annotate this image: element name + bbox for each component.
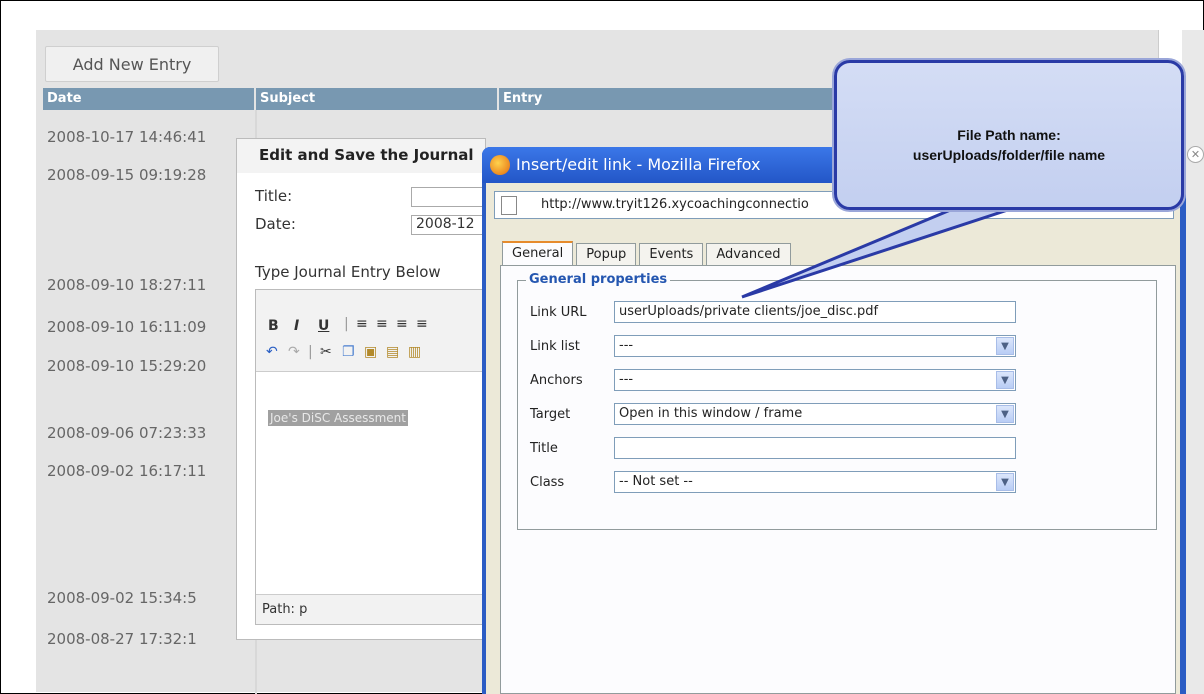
title-label: Title:	[255, 187, 293, 205]
annotation-callout: File Path name: userUploads/folder/file …	[834, 60, 1184, 210]
callout-text: File Path name: userUploads/folder/file …	[837, 125, 1181, 165]
general-properties-legend: General properties	[526, 272, 671, 287]
title-input[interactable]	[411, 187, 487, 207]
table-row-date[interactable]: 2008-09-15 09:19:28	[47, 166, 206, 184]
title-field-input[interactable]	[614, 437, 1016, 459]
tab-advanced[interactable]: Advanced	[706, 243, 791, 265]
table-row-date[interactable]: 2008-09-10 16:11:09	[47, 318, 206, 336]
align-justify-icon[interactable]: ≡	[416, 316, 428, 332]
align-right-icon[interactable]: ≡	[396, 316, 408, 332]
general-properties-group: General properties Link URL userUploads/…	[517, 272, 1157, 530]
page-icon	[501, 196, 517, 215]
callout-line-2: userUploads/folder/file name	[912, 147, 1106, 163]
target-select[interactable]: Open in this window / frame ▼	[614, 403, 1016, 425]
table-row-date[interactable]: 2008-09-02 15:34:5	[47, 589, 197, 607]
insert-edit-link-window: Insert/edit link - Mozilla Firefox http:…	[482, 147, 1186, 694]
anchors-label: Anchors	[530, 373, 583, 388]
align-left-icon[interactable]: ≡	[356, 316, 368, 332]
anchors-select[interactable]: --- ▼	[614, 369, 1016, 391]
class-value: -- Not set --	[619, 474, 693, 489]
table-row-date[interactable]: 2008-09-06 07:23:33	[47, 424, 206, 442]
bold-button[interactable]: B	[268, 318, 279, 334]
link-list-label: Link list	[530, 339, 580, 354]
separator-icon: |	[308, 344, 313, 360]
underline-button[interactable]: U	[318, 318, 329, 334]
selected-link-text[interactable]: Joe's DiSC Assessment	[268, 410, 408, 426]
undo-icon[interactable]: ↶	[266, 344, 278, 360]
date-label: Date:	[255, 215, 296, 233]
copy-icon[interactable]: ❐	[342, 344, 355, 360]
firefox-logo-icon	[490, 155, 510, 175]
tab-general[interactable]: General	[502, 241, 574, 266]
callout-line-1: File Path name:	[957, 127, 1061, 143]
cut-icon[interactable]: ✂	[320, 344, 332, 360]
paste-icon[interactable]: ▣	[364, 344, 377, 360]
separator-icon: |	[344, 316, 349, 332]
close-icon[interactable]: ✕	[1187, 146, 1204, 163]
firefox-content: http://www.tryit126.xycoachingconnectio …	[486, 183, 1180, 694]
target-value: Open in this window / frame	[619, 406, 803, 421]
general-panel: General properties Link URL userUploads/…	[500, 265, 1176, 694]
chevron-down-icon[interactable]: ▼	[996, 405, 1014, 423]
italic-button[interactable]: I	[294, 318, 299, 334]
paste-word-icon[interactable]: ▥	[408, 344, 421, 360]
editor-path-bar: Path: p	[256, 594, 486, 624]
link-list-select[interactable]: --- ▼	[614, 335, 1016, 357]
class-label: Class	[530, 475, 565, 490]
link-url-label: Link URL	[530, 305, 587, 320]
add-new-entry-button[interactable]: Add New Entry	[45, 46, 219, 82]
redo-icon[interactable]: ↷	[288, 344, 300, 360]
table-row-date[interactable]: 2008-09-10 15:29:20	[47, 357, 206, 375]
link-list-value: ---	[619, 338, 634, 353]
table-row-date[interactable]: 2008-09-10 18:27:11	[47, 276, 206, 294]
tab-events[interactable]: Events	[639, 243, 704, 265]
link-dialog-tabs: General Popup Events Advanced	[502, 241, 794, 266]
chevron-down-icon[interactable]: ▼	[996, 371, 1014, 389]
address-url[interactable]: http://www.tryit126.xycoachingconnectio	[541, 197, 841, 212]
entry-prompt: Type Journal Entry Below	[255, 263, 441, 281]
rich-text-editor[interactable]: B I U | ≡ ≡ ≡ ≡ ↶ ↷ | ✂ ❐ ▣ ▤ ▥ Joe's Di…	[255, 289, 487, 625]
chevron-down-icon[interactable]: ▼	[996, 473, 1014, 491]
chevron-down-icon[interactable]: ▼	[996, 337, 1014, 355]
anchors-value: ---	[619, 372, 634, 387]
class-select[interactable]: -- Not set -- ▼	[614, 471, 1016, 493]
editor-toolbar: B I U | ≡ ≡ ≡ ≡ ↶ ↷ | ✂ ❐ ▣ ▤ ▥	[256, 290, 486, 372]
tab-popup[interactable]: Popup	[576, 243, 637, 265]
target-label: Target	[530, 407, 571, 422]
edit-journal-dialog: Edit and Save the Journal Title: Date: 2…	[236, 138, 487, 640]
table-row-date[interactable]: 2008-08-27 17:32:1	[47, 630, 197, 648]
firefox-window-title: Insert/edit link - Mozilla Firefox	[516, 155, 761, 174]
align-center-icon[interactable]: ≡	[376, 316, 388, 332]
paste-text-icon[interactable]: ▤	[386, 344, 399, 360]
date-column-header[interactable]: Date	[43, 88, 256, 110]
link-url-input[interactable]: userUploads/private clients/joe_disc.pdf	[614, 301, 1016, 323]
subject-column-header[interactable]: Subject	[256, 88, 499, 110]
edit-dialog-title: Edit and Save the Journal	[237, 139, 485, 173]
date-input[interactable]: 2008-12	[411, 215, 487, 235]
title-field-label: Title	[530, 441, 558, 456]
table-row-date[interactable]: 2008-10-17 14:46:41	[47, 128, 206, 146]
table-row-date[interactable]: 2008-09-02 16:17:11	[47, 462, 206, 480]
